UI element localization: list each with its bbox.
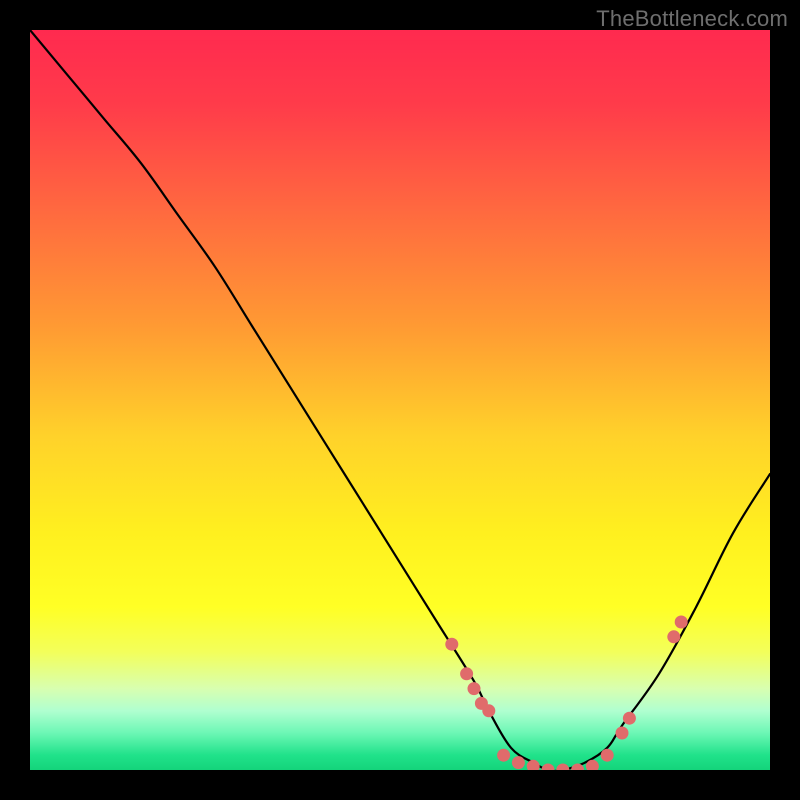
plot-area [30,30,770,770]
bottleneck-curve [30,30,770,770]
curve-marker [460,667,473,680]
watermark-label: TheBottleneck.com [596,6,788,32]
curve-marker [616,727,629,740]
curve-marker [482,704,495,717]
curve-marker [542,764,555,771]
curve-marker [667,630,680,643]
curve-marker [512,756,525,769]
chart-container: TheBottleneck.com [0,0,800,800]
curve-markers [445,616,687,771]
curve-marker [623,712,636,725]
curve-marker [445,638,458,651]
curve-marker [675,616,688,629]
curve-marker [468,682,481,695]
curve-marker [601,749,614,762]
curve-layer [30,30,770,770]
curve-marker [556,764,569,771]
curve-marker [497,749,510,762]
